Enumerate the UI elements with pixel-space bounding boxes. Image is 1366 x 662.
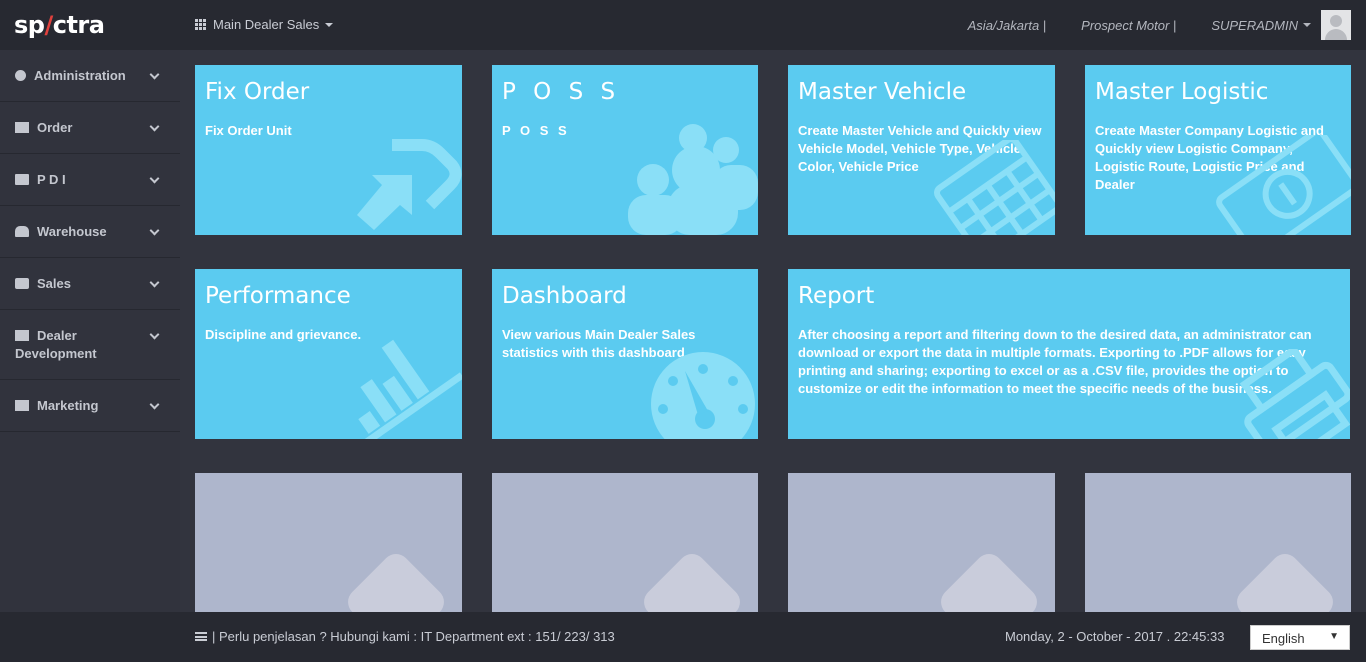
top-header: sp/ctra Main Dealer Sales Asia/Jakarta |…: [0, 0, 1366, 50]
users-icon: [628, 124, 758, 235]
tile-performance[interactable]: Performance Discipline and grievance.: [195, 269, 462, 439]
tile-title: Master Vehicle: [798, 79, 967, 105]
caret-down-icon: ▼: [1329, 631, 1339, 642]
sidebar-item-label: Marketing: [37, 398, 99, 413]
user-menu[interactable]: SUPERADMIN: [1211, 10, 1351, 40]
tile-title: P O S S: [502, 79, 621, 105]
tile-poss[interactable]: P O S S P O S S: [492, 65, 758, 235]
tile-report[interactable]: Report After choosing a report and filte…: [788, 269, 1350, 439]
users-icon: [15, 226, 29, 237]
sidebar-item-warehouse[interactable]: Warehouse: [0, 206, 180, 258]
chevron-down-icon: [149, 277, 160, 288]
tile-title: Fix Order: [205, 79, 310, 105]
tile-title: Master Logistic: [1095, 79, 1269, 105]
sidebar-item-label: Sales: [37, 276, 71, 291]
sidebar-item-label: Warehouse: [37, 224, 107, 239]
chevron-down-icon: [149, 121, 160, 132]
tile-master-vehicle[interactable]: Master Vehicle Create Master Vehicle and…: [788, 65, 1055, 235]
help-text: | Perlu penjelasan ? Hubungi kami : IT D…: [212, 629, 615, 644]
tile-title: Report: [798, 283, 875, 309]
home-icon: [644, 554, 740, 612]
timezone-label: Asia/Jakarta |: [967, 17, 1047, 33]
app-switcher-label: Main Dealer Sales: [213, 17, 320, 32]
company-label: Prospect Motor |: [1081, 17, 1177, 33]
language-selected: English: [1262, 631, 1305, 646]
footer: | Perlu penjelasan ? Hubungi kami : IT D…: [0, 612, 1366, 662]
sidebar-item-sales[interactable]: Sales: [0, 258, 180, 310]
spectra-logo[interactable]: sp/ctra: [14, 11, 105, 39]
gear-icon: [15, 70, 26, 81]
chevron-down-icon: [149, 225, 160, 236]
sidebar-item-label: P D I: [37, 172, 66, 187]
home-icon: [941, 554, 1037, 612]
empty-tile: [492, 473, 758, 612]
tile-title: Performance: [205, 283, 351, 309]
avatar[interactable]: [1321, 10, 1351, 40]
sidebar-item-dealer-development[interactable]: Dealer Development: [0, 310, 180, 380]
empty-tile: [788, 473, 1055, 612]
tile-dashboard[interactable]: Dashboard View various Main Dealer Sales…: [492, 269, 758, 439]
calendar-icon: [15, 174, 29, 185]
sign-in-icon: [15, 122, 29, 133]
home-icon: [348, 554, 444, 612]
sidebar-item-administration[interactable]: Administration: [0, 50, 180, 102]
empty-tile: [195, 473, 462, 612]
bar-chart-icon: [15, 330, 29, 341]
briefcase-icon: [15, 278, 29, 289]
grid-icon: [195, 19, 206, 30]
calendar-icon: [934, 140, 1055, 235]
tile-fix-order[interactable]: Fix Order Fix Order Unit: [195, 65, 462, 235]
sidebar-item-pdi[interactable]: P D I: [0, 154, 180, 206]
datetime: Monday, 2 - October - 2017 . 22:45:33: [1005, 629, 1225, 644]
money-icon: [1216, 135, 1351, 235]
language-select[interactable]: English ▼: [1250, 625, 1350, 650]
chevron-down-icon: [149, 173, 160, 184]
bar-chart-icon: [15, 400, 29, 411]
share-icon: [357, 139, 462, 230]
main-content: Fix Order Fix Order Unit P O S S P O S S: [180, 50, 1366, 612]
app-switcher[interactable]: Main Dealer Sales: [195, 17, 334, 32]
dashboard-icon: [651, 352, 755, 439]
caret-down-icon: [325, 22, 334, 27]
sidebar: Administration Order P D I Warehouse Sal…: [0, 50, 180, 612]
caret-down-icon: [1303, 23, 1311, 27]
sidebar-item-marketing[interactable]: Marketing: [0, 380, 180, 432]
sidebar-item-order[interactable]: Order: [0, 102, 180, 154]
chevron-down-icon: [149, 69, 160, 80]
tile-title: Dashboard: [502, 283, 627, 309]
print-icon: [1239, 349, 1350, 439]
empty-tile: [1085, 473, 1351, 612]
home-icon: [1237, 554, 1333, 612]
chevron-down-icon: [149, 399, 160, 410]
list-icon: [195, 632, 207, 641]
tile-master-logistic[interactable]: Master Logistic Create Master Company Lo…: [1085, 65, 1351, 235]
sidebar-item-label: Administration: [34, 68, 126, 83]
chevron-down-icon: [149, 329, 160, 340]
bar-chart-icon: [358, 339, 462, 439]
sidebar-item-label: Order: [37, 120, 73, 135]
user-name: SUPERADMIN: [1211, 17, 1298, 33]
